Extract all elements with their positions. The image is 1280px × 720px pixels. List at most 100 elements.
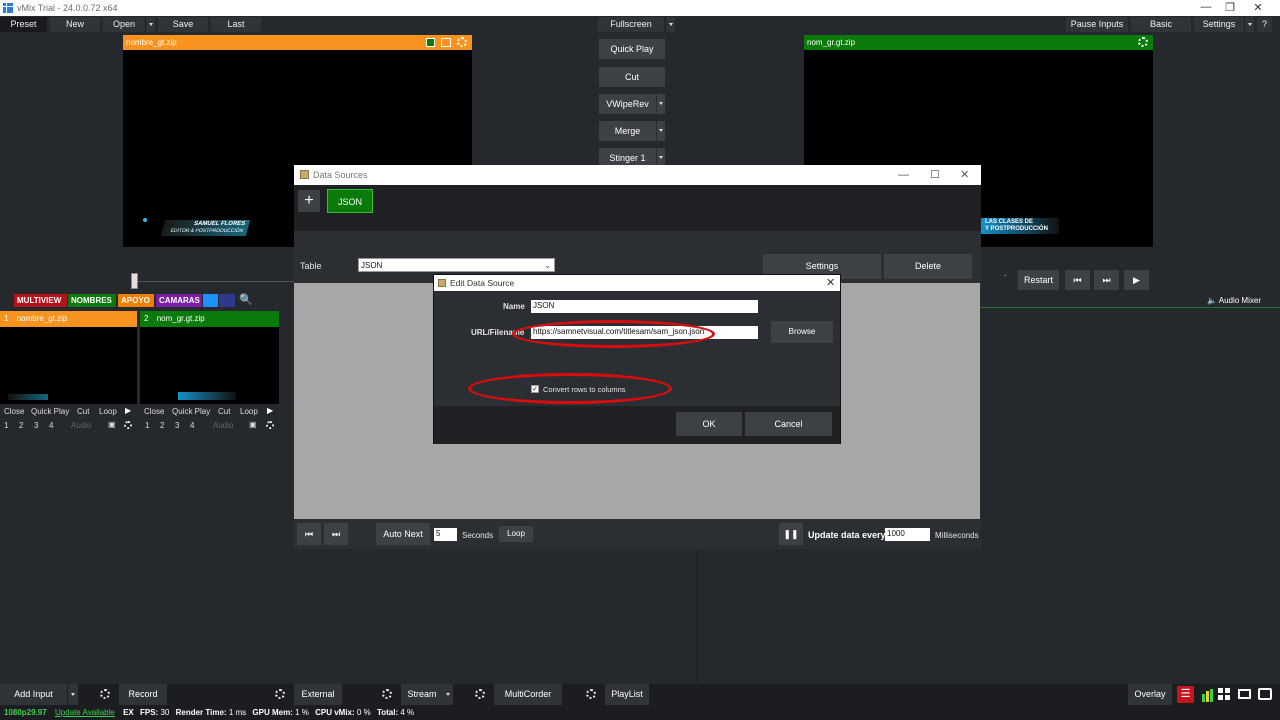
new-button[interactable]: New: [50, 17, 100, 32]
table-select[interactable]: JSON ⌄: [358, 258, 555, 272]
record-button[interactable]: Record: [119, 684, 167, 705]
loop-button[interactable]: Loop: [499, 526, 533, 542]
previous-icon[interactable]: ⏮: [297, 523, 321, 545]
input-2-header[interactable]: 2 nom_gr.gt.zip: [140, 311, 279, 327]
close-icon[interactable]: ✕: [826, 275, 835, 291]
audio-button[interactable]: Audio: [71, 421, 91, 430]
tab-camaras[interactable]: CAMARAS: [156, 294, 202, 307]
loop-input-button[interactable]: Loop: [99, 407, 117, 416]
gear-icon[interactable]: [266, 421, 274, 429]
pause-icon[interactable]: ❚❚: [779, 523, 803, 545]
restore-icon[interactable]: ❐: [1220, 1, 1240, 14]
transition-merge-button[interactable]: Merge: [599, 121, 656, 141]
fullscreen-button[interactable]: Fullscreen: [598, 17, 664, 32]
loop-input-button[interactable]: Loop: [240, 407, 258, 416]
name-input[interactable]: JSON: [531, 300, 758, 313]
quick-play-input-button[interactable]: Quick Play: [172, 407, 210, 416]
pause-inputs-button[interactable]: Pause Inputs: [1066, 17, 1128, 32]
cut-input-button[interactable]: Cut: [77, 407, 89, 416]
overlay-2-button[interactable]: 2: [19, 421, 23, 430]
monitor-icon[interactable]: [1238, 689, 1251, 699]
close-icon[interactable]: ✕: [960, 165, 969, 185]
settings-button[interactable]: Settings: [1194, 17, 1244, 32]
overlay-1-button[interactable]: 1: [145, 421, 149, 430]
overlay-4-button[interactable]: 4: [190, 421, 194, 430]
open-dropdown-button[interactable]: [145, 17, 155, 32]
last-button[interactable]: Last: [211, 17, 261, 32]
update-available-link[interactable]: Update Available: [55, 708, 115, 717]
help-button[interactable]: ?: [1257, 17, 1272, 32]
external-button[interactable]: External: [294, 684, 342, 705]
grid-icon[interactable]: [1218, 688, 1230, 700]
playlist-settings-gear-icon[interactable]: [586, 689, 596, 699]
play-icon[interactable]: ▶: [1124, 270, 1149, 290]
overlay-color-icon[interactable]: [426, 38, 435, 47]
audio-mixer-button[interactable]: 🔈 Audio Mixer: [1207, 296, 1261, 305]
seconds-input[interactable]: 5: [434, 528, 457, 541]
tab-multiview[interactable]: MULTIVIEW: [14, 294, 67, 307]
tab-navy[interactable]: [219, 294, 235, 307]
gear-icon[interactable]: [124, 421, 132, 429]
minimize-icon[interactable]: —: [898, 165, 909, 185]
t-bar-track[interactable]: [138, 281, 294, 282]
monitor-icon[interactable]: ▣: [249, 420, 257, 429]
browse-button[interactable]: Browse: [771, 321, 833, 343]
transition-stinger-button[interactable]: Stinger 1: [599, 148, 656, 165]
input-1-header[interactable]: 1 nombre_gt.zip: [0, 311, 137, 327]
add-input-dropdown[interactable]: [68, 684, 78, 705]
auto-next-button[interactable]: Auto Next: [376, 523, 430, 545]
fullscreen-icon[interactable]: [441, 38, 451, 47]
gear-icon[interactable]: [1138, 37, 1148, 47]
overlay-1-button[interactable]: 1: [4, 421, 8, 430]
stream-button[interactable]: Stream: [401, 684, 443, 705]
tab-nombres[interactable]: NOMBRES: [68, 294, 116, 307]
multicorder-button[interactable]: MultiCorder: [494, 684, 562, 705]
tab-blue[interactable]: [203, 294, 218, 307]
add-data-source-button[interactable]: +: [298, 190, 320, 212]
add-input-button[interactable]: Add Input: [0, 684, 67, 705]
overlay-2-button[interactable]: 2: [160, 421, 164, 430]
transition-vwiperev-button[interactable]: VWipeRev: [599, 94, 656, 114]
basic-button[interactable]: Basic: [1131, 17, 1191, 32]
input-2-thumbnail[interactable]: [140, 327, 279, 404]
next-icon[interactable]: ⏭: [324, 523, 348, 545]
save-button[interactable]: Save: [158, 17, 208, 32]
camera-icon[interactable]: [1258, 688, 1272, 700]
playlist-button[interactable]: PlayList: [605, 684, 649, 705]
close-window-icon[interactable]: ✕: [1248, 1, 1268, 14]
menu-icon[interactable]: ☰: [1177, 686, 1194, 703]
overlay-button[interactable]: Overlay: [1128, 684, 1172, 705]
play-icon[interactable]: ▶: [267, 406, 273, 415]
close-input-button[interactable]: Close: [4, 407, 24, 416]
overlay-3-button[interactable]: 3: [34, 421, 38, 430]
stream-dropdown[interactable]: [443, 684, 453, 705]
gear-icon[interactable]: [457, 37, 467, 47]
transition-dropdown[interactable]: [656, 94, 665, 114]
audio-levels-icon[interactable]: [1200, 688, 1214, 702]
next-icon[interactable]: ⏭: [1094, 270, 1119, 290]
audio-button[interactable]: Audio: [213, 421, 233, 430]
fullscreen-dropdown-button[interactable]: [665, 17, 675, 32]
ok-button[interactable]: OK: [676, 412, 742, 436]
record-settings-gear-icon[interactable]: [100, 689, 110, 699]
quick-play-button[interactable]: Quick Play: [599, 39, 665, 59]
input-1-thumbnail[interactable]: [0, 327, 137, 404]
open-button[interactable]: Open: [103, 17, 145, 32]
delete-button[interactable]: Delete: [884, 254, 972, 279]
overlay-4-button[interactable]: 4: [49, 421, 53, 430]
monitor-icon[interactable]: ▣: [108, 420, 116, 429]
play-icon[interactable]: ▶: [125, 406, 131, 415]
maximize-icon[interactable]: ☐: [930, 165, 940, 185]
quick-play-input-button[interactable]: Quick Play: [31, 407, 69, 416]
update-interval-input[interactable]: 1000: [885, 528, 930, 541]
stream-settings-gear-icon[interactable]: [382, 689, 392, 699]
t-bar-handle[interactable]: [131, 273, 138, 289]
search-icon[interactable]: 🔍: [239, 293, 253, 306]
cut-input-button[interactable]: Cut: [218, 407, 230, 416]
preset-button[interactable]: Preset: [0, 17, 47, 32]
cancel-button[interactable]: Cancel: [745, 412, 832, 436]
tab-apoyo[interactable]: APOYO: [118, 294, 154, 307]
previous-icon[interactable]: ⏮: [1065, 270, 1090, 290]
external-settings-gear-icon[interactable]: [275, 689, 285, 699]
transition-dropdown[interactable]: [656, 121, 665, 141]
